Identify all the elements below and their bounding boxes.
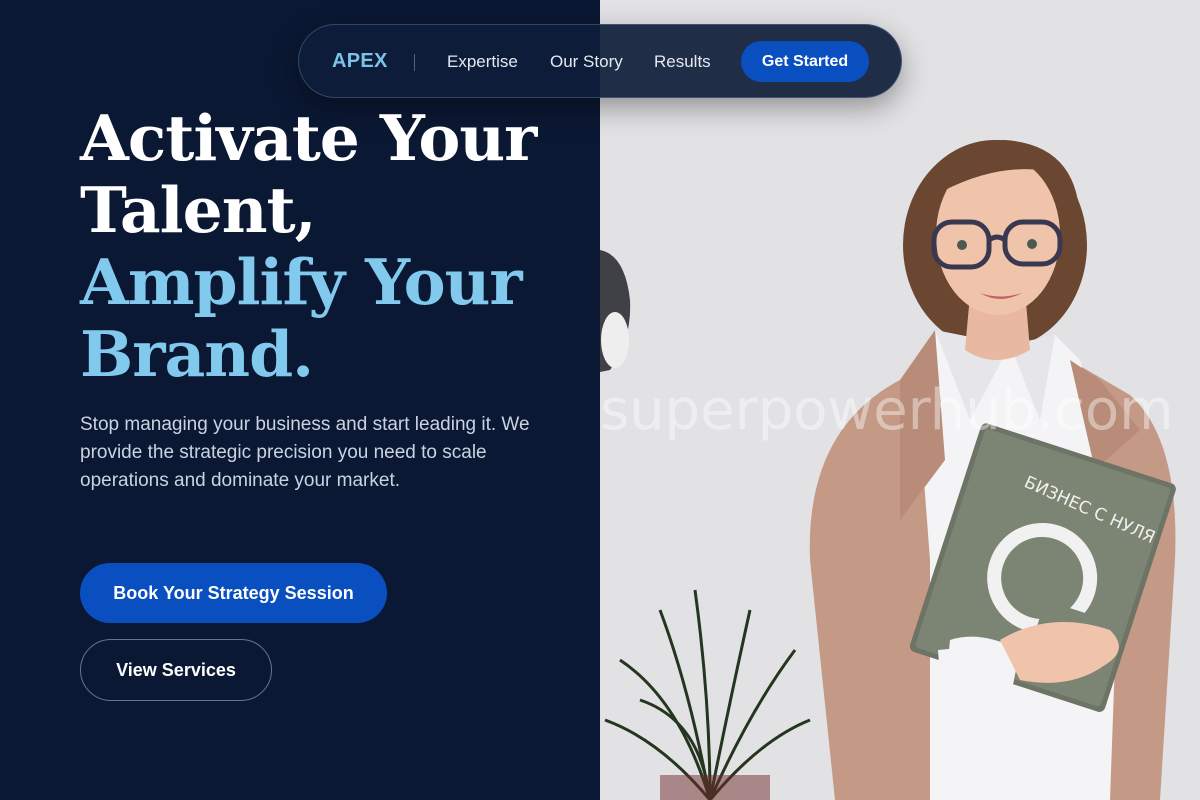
- book-strategy-session-button[interactable]: Book Your Strategy Session: [80, 563, 387, 623]
- headline-line-3: Amplify Your: [80, 245, 523, 319]
- headline-line-1: Activate Your: [80, 101, 537, 175]
- hero-headline: Activate Your Talent, Amplify Your Brand…: [80, 101, 537, 391]
- headline-line-4: Brand.: [80, 317, 314, 391]
- hero-subtext: Stop managing your business and start le…: [80, 414, 530, 491]
- hero-photo: БИЗНЕС С НУЛЯ: [600, 0, 1200, 800]
- view-services-button[interactable]: View Services: [80, 639, 272, 701]
- nav-link-expertise[interactable]: Expertise: [447, 52, 518, 72]
- top-navbar: APEX Expertise Our Story Results Get Sta…: [298, 24, 902, 98]
- headline-line-2: Talent,: [80, 173, 317, 247]
- nav-link-results[interactable]: Results: [654, 52, 711, 72]
- nav-divider: [414, 54, 415, 71]
- brand-logo[interactable]: APEX: [332, 50, 388, 73]
- nav-link-our-story[interactable]: Our Story: [550, 52, 623, 72]
- get-started-button[interactable]: Get Started: [741, 41, 869, 82]
- woman-with-book-illustration: БИЗНЕС С НУЛЯ: [600, 0, 1200, 800]
